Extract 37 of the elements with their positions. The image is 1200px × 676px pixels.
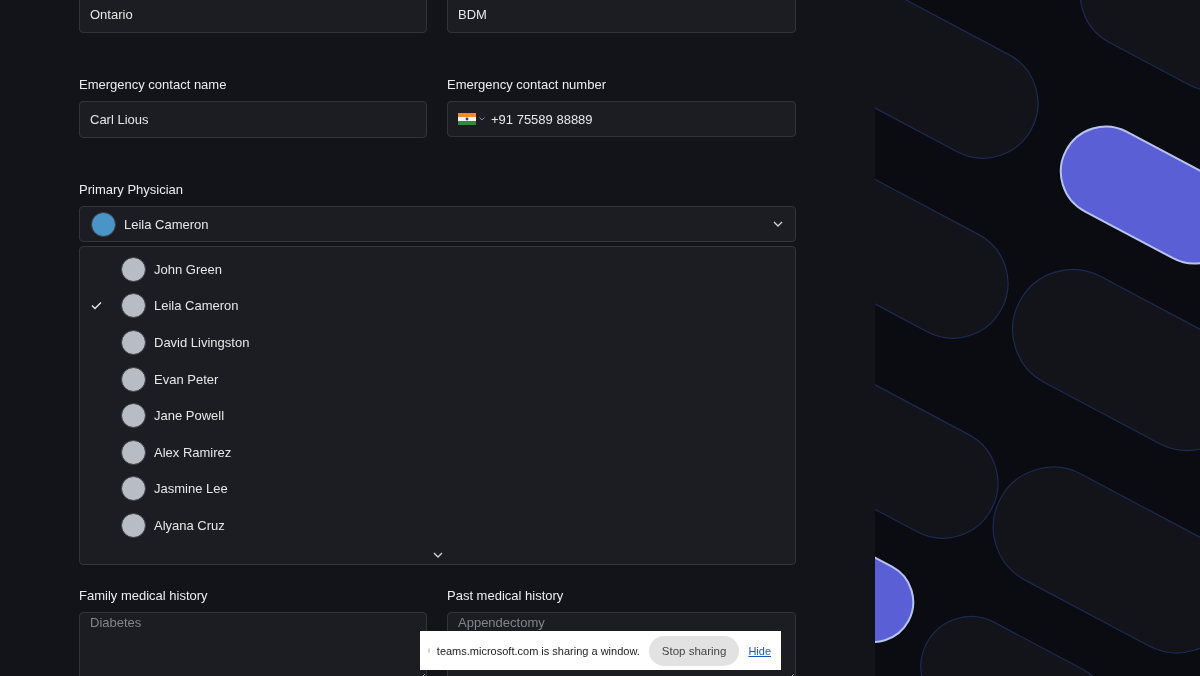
avatar-photo xyxy=(121,293,146,319)
dropdown-option[interactable]: Jasmine Lee xyxy=(80,470,795,508)
country-picker[interactable] xyxy=(458,113,485,125)
phone-number-input[interactable]: +91 75589 88889 xyxy=(491,111,785,127)
flag-icon xyxy=(458,113,476,125)
dropdown-option[interactable]: Alyana Cruz xyxy=(80,507,795,544)
avatar-photo xyxy=(121,403,146,429)
avatar-photo xyxy=(121,476,146,502)
field-label: Primary Physician xyxy=(79,182,185,198)
avatar-photo xyxy=(121,366,146,392)
hide-link[interactable]: Hide xyxy=(748,644,771,657)
avatar-photo xyxy=(121,439,146,465)
avatar-photo xyxy=(121,256,146,282)
avatar-photo xyxy=(121,330,146,355)
chevron-down-icon xyxy=(432,551,443,558)
dropdown-option[interactable]: David Livingston xyxy=(80,324,795,361)
text-field[interactable]: Carl Lious xyxy=(79,101,427,138)
dropdown-option[interactable]: John Green xyxy=(80,251,795,288)
text-field[interactable]: BDM xyxy=(447,0,796,33)
avatar-photo xyxy=(121,512,146,538)
field-label: Emergency contact number xyxy=(447,77,607,93)
chevron-down-icon xyxy=(773,221,783,227)
field-label: Past medical history xyxy=(447,588,565,604)
field-label: Family medical history xyxy=(79,588,209,604)
dropdown-option[interactable]: Jane Powell xyxy=(80,397,795,434)
phone-field[interactable]: +91 75589 88889 xyxy=(447,101,796,137)
dropdown-option[interactable]: Alex Ramirez xyxy=(80,433,795,471)
caret-icon xyxy=(479,117,485,121)
dropdown-option[interactable]: Evan Peter xyxy=(80,360,795,398)
stop-sharing-button[interactable]: Stop sharing xyxy=(648,635,740,666)
dropdown-option[interactable]: Leila Cameron xyxy=(80,287,795,325)
text-field[interactable]: Ontario xyxy=(79,0,427,33)
field-label: Emergency contact name xyxy=(79,77,228,93)
physician-select[interactable]: Leila Cameron xyxy=(79,206,796,242)
avatar-photo xyxy=(91,211,116,237)
text-area[interactable]: Diabetes xyxy=(79,612,427,676)
sharing-message: teams.microsoft.com is sharing a window. xyxy=(436,644,640,657)
